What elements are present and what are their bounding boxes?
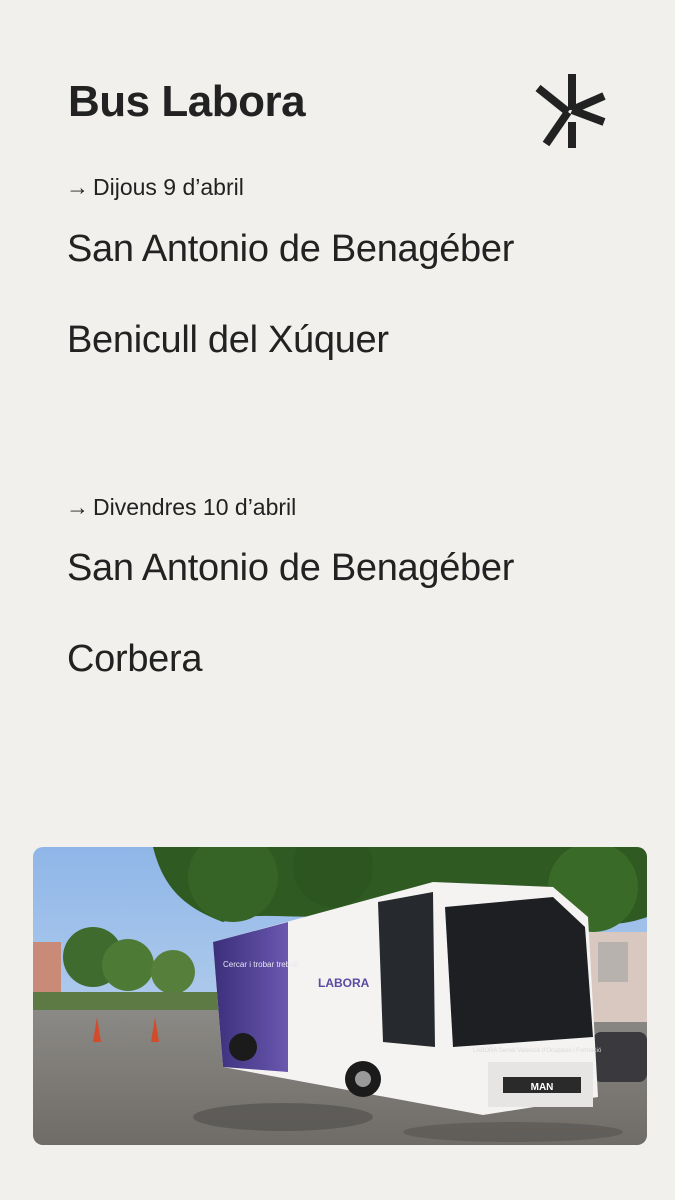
page-title: Bus Labora (68, 77, 306, 126)
day-label-thursday: → Dijous 9 d’abril (66, 172, 244, 202)
bus-photo: MAN LABORA Cercar i trobar treball LABOR… (33, 847, 647, 1145)
arrow-right-icon: → (66, 174, 89, 200)
place-item: Corbera (67, 638, 203, 680)
day-text: Dijous 9 d’abril (93, 174, 244, 200)
day-label-friday: → Divendres 10 d’abril (66, 492, 296, 522)
place-item: San Antonio de Benagéber (67, 547, 515, 589)
place-item: San Antonio de Benagéber (67, 228, 515, 270)
bus-maker-text: MAN (531, 1082, 554, 1093)
bus-side-text: Cercar i trobar treball (223, 960, 298, 969)
bus-front-text: LABORA Servei Valencià d’Ocupació i Form… (473, 1048, 602, 1054)
place-item: Benicull del Xúquer (67, 319, 389, 361)
bus-brand-text: LABORA (318, 976, 370, 990)
labora-logo-icon (535, 74, 606, 148)
day-text: Divendres 10 d’abril (93, 494, 297, 520)
arrow-right-icon: → (66, 494, 89, 520)
